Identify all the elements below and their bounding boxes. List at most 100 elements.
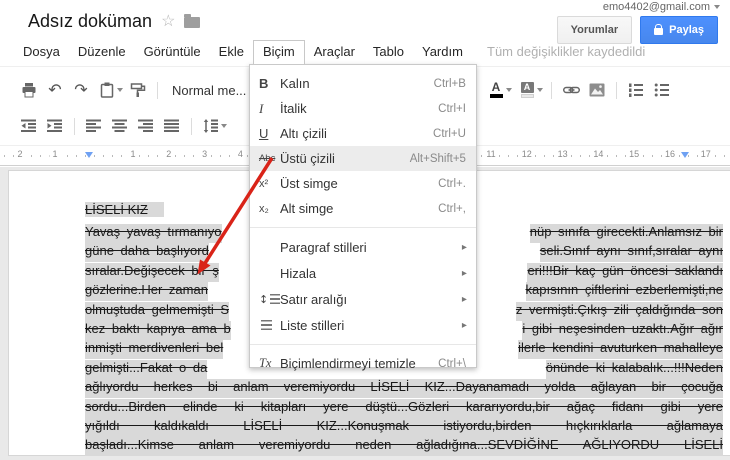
right-indent-marker[interactable] (681, 152, 689, 158)
text-fragment-right: kapısının çiftlerini ezberlemişti,ne (525, 282, 723, 302)
text-line[interactable]: başladı...Kimse anlam veremiyordu neden … (85, 437, 723, 457)
format-menu-item-liste-stilleri[interactable]: Liste stilleri ▸ (250, 312, 476, 338)
text-fragment-left: gözlerine.Her zaman (85, 282, 208, 302)
list-styles-icon (250, 320, 280, 330)
indent-decrease-icon[interactable] (16, 114, 42, 138)
ruler-number: 3 (199, 149, 211, 159)
submenu-arrow-icon: ▸ (461, 241, 467, 253)
text-fragment-right: nüp sınıfa girecekti.Anlamsız bir (529, 224, 723, 243)
ruler-number: 2 (163, 149, 175, 159)
format-menu-item-kal-n[interactable]: B Kalın Ctrl+B (250, 71, 476, 96)
google-docs-window: emo4402@gmail.com Adsız doküman ☆ Yoruml… (0, 0, 730, 460)
align-right-icon[interactable] (133, 114, 159, 138)
indent-increase-icon[interactable] (42, 114, 68, 138)
toolbar-separator (74, 117, 75, 135)
format-menu-item-st-simge[interactable]: x² Üst simge Ctrl+. (250, 171, 476, 196)
menu-item-label: Biçimlendirmeyi temizle (279, 356, 416, 371)
format-menu-item-st-izili[interactable]: Abc Üstü çizili Alt+Shift+5 (249, 146, 476, 171)
document-heading[interactable]: LİSELİ KIZ (85, 202, 164, 217)
ruler-number: 15 (626, 149, 643, 159)
align-left-icon[interactable] (81, 114, 107, 138)
subscript-icon: x₂ (258, 202, 269, 215)
insert-link-icon[interactable] (558, 78, 584, 102)
menu-item-label: Kalın (279, 76, 310, 91)
ruler-number: 4 (234, 149, 246, 159)
menubar-item-tablo[interactable]: Tablo (364, 40, 413, 64)
left-indent-marker[interactable] (85, 152, 93, 158)
menu-item-label: Liste stilleri (279, 317, 345, 333)
format-menu-item-bi-imlendirmeyi-temizle[interactable]: Tx Biçimlendirmeyi temizle Ctrl+\ (250, 351, 476, 376)
format-menu-item-hizala[interactable]: Hizala ▸ (250, 260, 476, 286)
text-line[interactable]: sordu...Birden elinde ki kitapları yere … (85, 398, 723, 418)
account-email: emo4402@gmail.com (602, 1, 710, 13)
document-title[interactable]: Adsız doküman (28, 11, 152, 32)
menu-item-label: Paragraf stilleri (279, 239, 367, 255)
account-menu[interactable]: emo4402@gmail.com (603, 1, 720, 13)
menu-item-label: Üstü çizili (279, 151, 335, 166)
menu-item-label: Üst simge (279, 176, 338, 191)
toolbar-separator (191, 117, 192, 135)
toolbar-right-group: A A (483, 75, 675, 105)
text-fragment-right: önünde ki kalabalık...!!!Neden (545, 359, 723, 379)
underline-icon: U (258, 126, 269, 141)
menu-item-shortcut: Ctrl+. (438, 177, 466, 190)
menubar-item-dosya[interactable]: Dosya (14, 40, 69, 64)
menu-item-shortcut: Ctrl+, (438, 202, 466, 215)
paint-format-icon[interactable] (125, 78, 151, 102)
menubar-item-d-zenle[interactable]: Düzenle (69, 40, 135, 64)
text-fragment-right: i gibi neşesinden uzaktı.Ağır ağır (522, 321, 723, 340)
format-menu-item-alt-izili[interactable]: U Altı çizili Ctrl+U (250, 121, 476, 146)
text-fragment-left: sıralar.Değişecek bir ş (85, 262, 219, 282)
lines-glyph (270, 294, 280, 304)
superscript-icon: x² (258, 177, 269, 190)
menu-item-shortcut: Ctrl+U (433, 127, 466, 140)
menubar-item-ara-lar[interactable]: Araçlar (305, 40, 364, 64)
align-center-icon[interactable] (107, 114, 133, 138)
undo-icon[interactable]: ↶ (42, 78, 68, 102)
bulleted-list-icon[interactable] (649, 78, 675, 102)
menu-item-label: Altı çizili (279, 126, 327, 141)
menubar-item-bi-im[interactable]: Biçim (252, 40, 305, 64)
text-fragment-right: seli.Sınıf aynı sınıf,sıralar aynı (539, 243, 723, 263)
redo-icon[interactable]: ↷ (68, 78, 94, 102)
format-menu-item-i-talik[interactable]: I İtalik Ctrl+I (250, 96, 476, 121)
text-fragment-left: olmuştuda gelmemişti S (85, 301, 229, 321)
menubar-item-ekle[interactable]: Ekle (210, 40, 253, 64)
submenu-arrow-icon: ▸ (461, 293, 467, 305)
line-spacing-dropdown-icon[interactable] (221, 124, 227, 128)
folder-icon[interactable] (184, 14, 201, 28)
menubar-item-g-r-nt-le[interactable]: Görüntüle (135, 40, 210, 64)
text-line[interactable]: yığıldı kaldıkaldı LİSELİ KIZ...Konuşmak… (85, 418, 723, 437)
format-menu-item-alt-simge[interactable]: x₂ Alt simge Ctrl+, (250, 196, 476, 221)
bold-icon: B (258, 76, 269, 91)
highlight-dropdown-icon[interactable] (537, 88, 543, 92)
menu-item-label: Satır aralığı (279, 291, 348, 307)
star-icon[interactable]: ☆ (161, 13, 175, 30)
paragraph-style-selector[interactable]: Normal me... (164, 83, 254, 98)
menu-item-label: Hizala (279, 265, 317, 281)
menubar-item-yard-m[interactable]: Yardım (413, 40, 472, 64)
menu-item-shortcut: Ctrl+B (433, 77, 466, 90)
ruler-number: 13 (554, 149, 571, 159)
menu-item-shortcut: Alt+Shift+5 (409, 152, 466, 165)
text-fragment-left: inmişti merdivenleri bel (85, 340, 224, 360)
text-line[interactable]: ağlıyordu herkes bi anlam veremiyordu Lİ… (85, 379, 723, 399)
align-justify-icon[interactable] (159, 114, 185, 138)
format-menu-item-paragraf-stilleri[interactable]: Paragraf stilleri ▸ (250, 234, 476, 260)
numbered-list-icon[interactable] (623, 78, 649, 102)
ruler-number: 1 (49, 149, 61, 159)
ruler-number: 11 (483, 149, 499, 159)
ruler-number: 14 (590, 149, 607, 159)
insert-image-icon[interactable] (584, 78, 610, 102)
strikethrough-icon: Abc (258, 153, 276, 164)
print-icon[interactable] (16, 78, 42, 102)
format-menu-item-sat-r-aral[interactable]: ↕ Satır aralığı ▸ (250, 286, 476, 312)
paste-dropdown-icon[interactable] (117, 88, 123, 92)
toolbar-separator (157, 81, 158, 99)
text-fragment-left: güne daha başlıyord (85, 243, 209, 263)
menu-separator (249, 344, 476, 345)
clear-formatting-icon: Tx (258, 356, 272, 370)
lines-glyph (260, 320, 272, 330)
text-color-dropdown-icon[interactable] (506, 88, 512, 92)
toolbar-separator (551, 81, 552, 99)
